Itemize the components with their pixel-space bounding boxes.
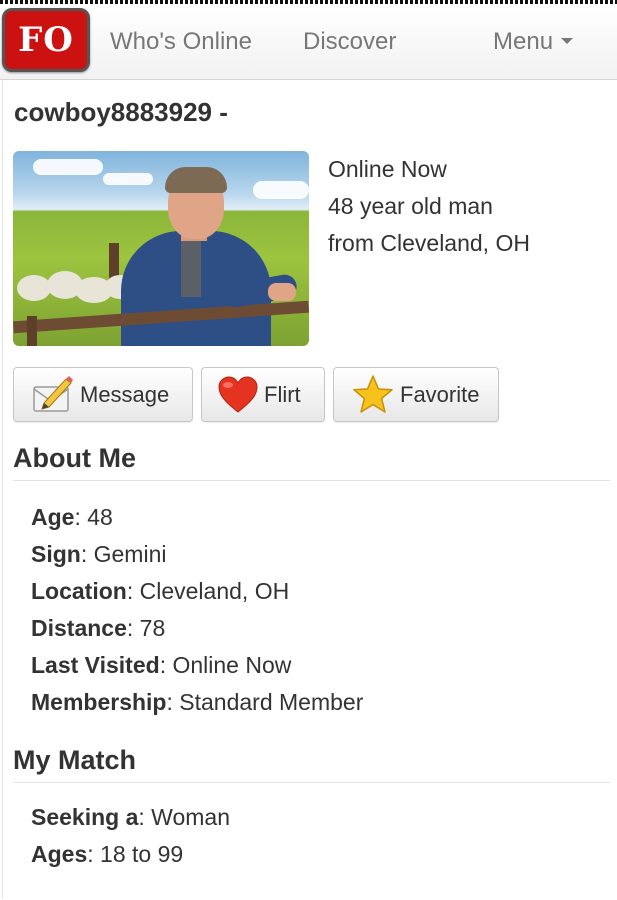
field-label: Seeking a bbox=[31, 804, 139, 830]
field-value: : Online Now bbox=[159, 652, 292, 678]
field-value: : Woman bbox=[138, 804, 230, 830]
logo-text: FO bbox=[18, 20, 74, 60]
favorite-button[interactable]: Favorite bbox=[333, 367, 499, 422]
top-navbar: FO Who's Online Discover Menu bbox=[0, 4, 617, 80]
nav-whos-online[interactable]: Who's Online bbox=[110, 28, 252, 56]
field-label: Sign bbox=[31, 541, 81, 567]
flirt-button[interactable]: Flirt bbox=[201, 367, 325, 422]
site-logo[interactable]: FO bbox=[2, 8, 90, 72]
divider bbox=[13, 480, 610, 481]
field-label: Membership bbox=[31, 689, 167, 715]
nav-menu-dropdown[interactable]: Menu bbox=[493, 28, 574, 56]
match-row-seeking: Seeking a: Woman bbox=[31, 804, 230, 831]
profile-content: cowboy8883929 - Online Now 48 year old m… bbox=[2, 81, 614, 898]
profile-username: cowboy8883929 - bbox=[14, 97, 228, 127]
divider bbox=[13, 782, 610, 783]
favorite-button-label: Favorite bbox=[400, 381, 480, 407]
caret-down-icon bbox=[561, 37, 574, 44]
online-status: Online Now bbox=[328, 156, 447, 182]
envelope-pencil-icon bbox=[28, 371, 76, 419]
field-label: Age bbox=[31, 504, 75, 530]
field-label: Ages bbox=[31, 841, 88, 867]
field-value: : Cleveland, OH bbox=[126, 578, 290, 604]
field-value: : Gemini bbox=[80, 541, 167, 567]
field-value: : 48 bbox=[74, 504, 113, 530]
flirt-button-label: Flirt bbox=[264, 381, 301, 407]
profile-photo[interactable] bbox=[13, 151, 309, 346]
field-value: : 18 to 99 bbox=[87, 841, 184, 867]
field-value: : Standard Member bbox=[166, 689, 364, 715]
about-row-sign: Sign: Gemini bbox=[31, 541, 166, 568]
field-label: Distance bbox=[31, 615, 127, 641]
field-label: Location bbox=[31, 578, 127, 604]
message-button[interactable]: Message bbox=[13, 367, 193, 422]
about-row-distance: Distance: 78 bbox=[31, 615, 165, 642]
location-summary: from Cleveland, OH bbox=[328, 230, 530, 256]
age-gender-summary: 48 year old man bbox=[328, 193, 493, 219]
match-row-ages: Ages: 18 to 99 bbox=[31, 841, 183, 868]
about-row-last-visited: Last Visited: Online Now bbox=[31, 652, 291, 679]
about-me-heading: About Me bbox=[13, 443, 136, 473]
message-button-label: Message bbox=[80, 381, 170, 407]
nav-menu-label: Menu bbox=[493, 28, 554, 55]
nav-discover[interactable]: Discover bbox=[303, 28, 396, 56]
field-value: : 78 bbox=[126, 615, 166, 641]
heart-icon bbox=[216, 371, 260, 419]
about-row-location: Location: Cleveland, OH bbox=[31, 578, 289, 605]
about-row-age: Age: 48 bbox=[31, 504, 113, 531]
about-row-membership: Membership: Standard Member bbox=[31, 689, 363, 716]
my-match-heading: My Match bbox=[13, 745, 137, 775]
field-label: Last Visited bbox=[31, 652, 160, 678]
star-icon bbox=[350, 371, 396, 419]
